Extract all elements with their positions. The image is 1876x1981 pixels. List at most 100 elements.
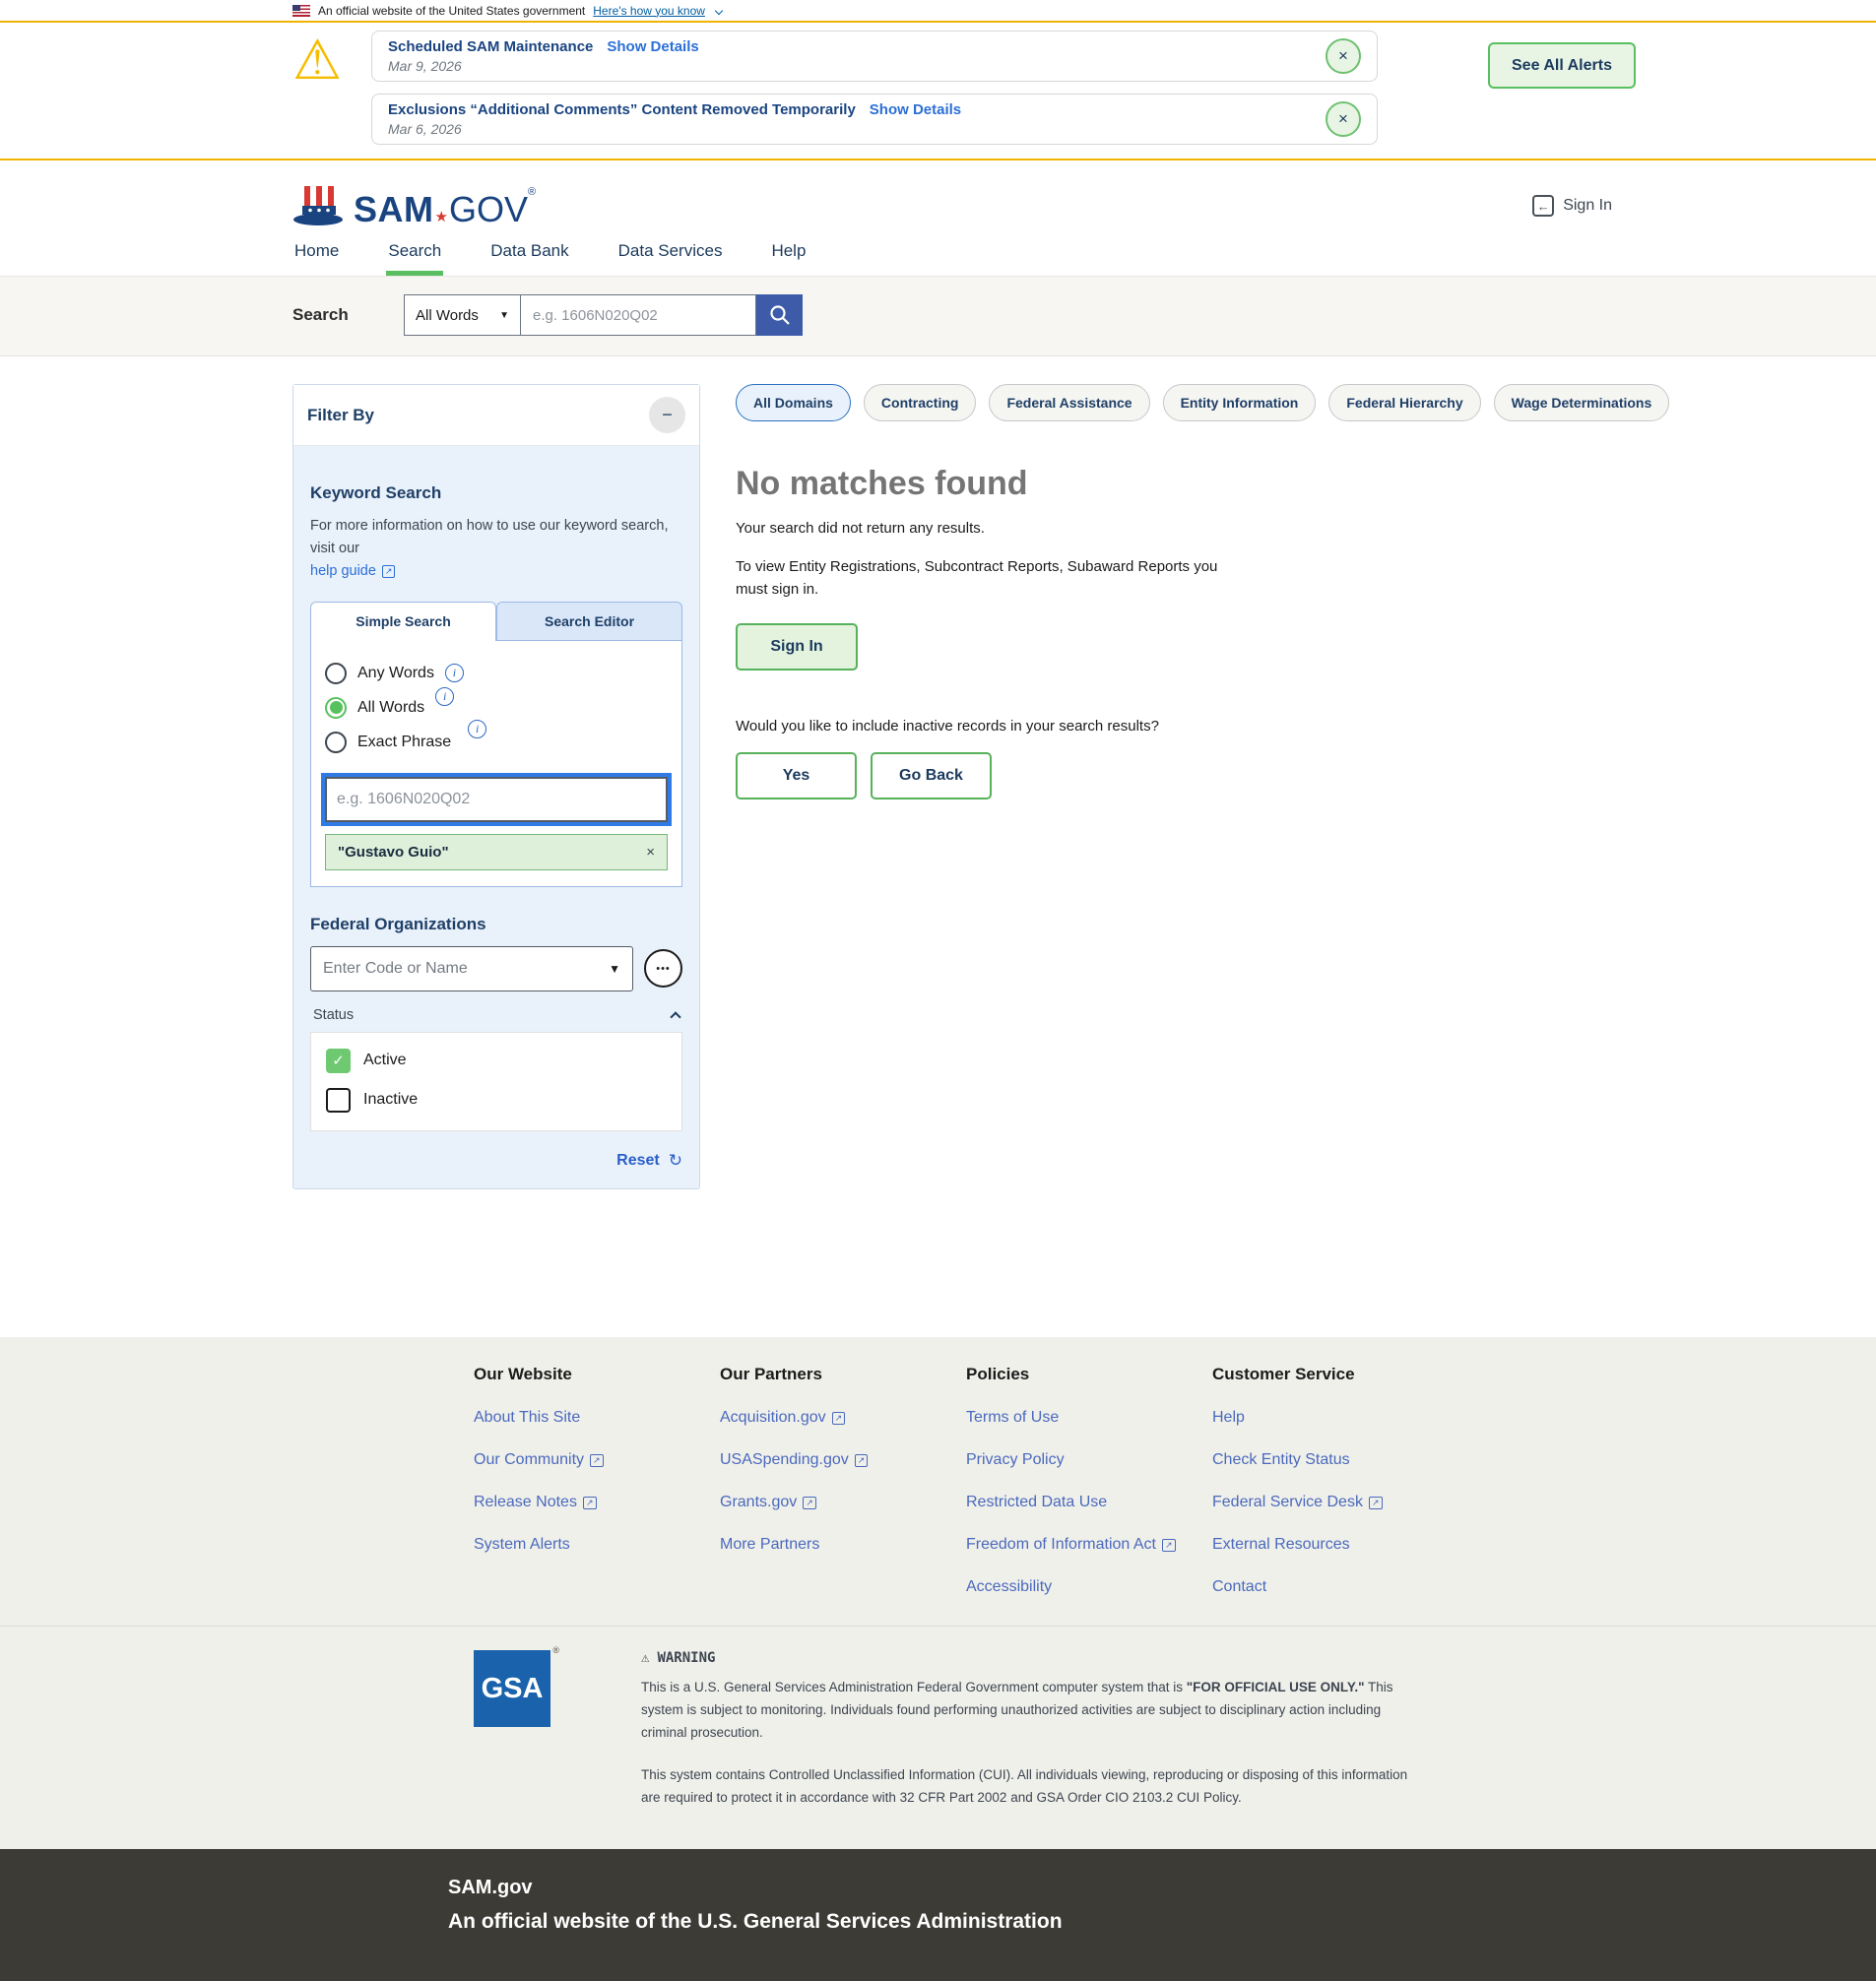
logo-star-icon: ★ <box>435 208 448 225</box>
status-active-option[interactable]: ✓ Active <box>326 1049 667 1073</box>
minus-icon: − <box>662 405 673 424</box>
footer-link-system-alerts[interactable]: System Alerts <box>474 1536 720 1554</box>
radio-any-words-label: Any Words <box>357 665 434 682</box>
footer-link-grants-gov[interactable]: Grants.gov↗ <box>720 1494 966 1511</box>
federal-orgs-select[interactable]: Enter Code or Name ▼ <box>310 946 633 991</box>
external-link-icon: ↗ <box>832 1412 846 1425</box>
radio-exact-phrase[interactable] <box>325 732 347 753</box>
federal-orgs-placeholder: Enter Code or Name <box>323 960 468 978</box>
show-details-link[interactable]: Show Details <box>870 101 961 118</box>
footer-link-terms-of-use[interactable]: Terms of Use <box>966 1409 1212 1427</box>
footer-link-about-this-site[interactable]: About This Site <box>474 1409 720 1427</box>
status-inactive-option[interactable]: Inactive <box>326 1088 667 1113</box>
domain-pill-contracting[interactable]: Contracting <box>864 384 977 421</box>
domain-pill-wage-determinations[interactable]: Wage Determinations <box>1494 384 1670 421</box>
warning-icon: ⚠ <box>641 1650 649 1666</box>
search-input[interactable] <box>521 294 756 336</box>
nav-item-home[interactable]: Home <box>292 233 341 276</box>
us-flag-icon <box>292 5 310 17</box>
tab-search-editor[interactable]: Search Editor <box>496 602 682 641</box>
domain-pill-federal-hierarchy[interactable]: Federal Hierarchy <box>1328 384 1480 421</box>
check-icon: ✓ <box>332 1052 345 1069</box>
results-sign-in-button[interactable]: Sign In <box>736 623 858 671</box>
footer-link-foia[interactable]: Freedom of Information Act↗ <box>966 1536 1212 1554</box>
alert-title: Scheduled SAM Maintenance <box>388 38 593 55</box>
search-mode-select[interactable]: All Words ▼ <box>404 294 521 336</box>
footer-link-accessibility[interactable]: Accessibility <box>966 1578 1212 1596</box>
info-icon[interactable]: i <box>435 687 454 706</box>
chevron-down-icon <box>715 6 723 14</box>
footer-col-heading: Our Partners <box>720 1365 966 1384</box>
alert-content: Exclusions “Additional Comments” Content… <box>388 101 961 137</box>
tab-simple-search[interactable]: Simple Search <box>310 602 496 641</box>
reset-filters[interactable]: Reset ↻ <box>310 1151 682 1171</box>
alert-content: Scheduled SAM Maintenance Show Details M… <box>388 38 699 74</box>
radio-any-words[interactable] <box>325 663 347 684</box>
yes-button[interactable]: Yes <box>736 752 857 799</box>
active-checkbox[interactable]: ✓ <box>326 1049 351 1073</box>
inactive-label: Inactive <box>363 1091 418 1109</box>
info-icon[interactable]: i <box>468 720 486 738</box>
footer-link-external-resources[interactable]: External Resources <box>1212 1536 1458 1554</box>
see-all-alerts-button[interactable]: See All Alerts <box>1488 42 1636 89</box>
nav-item-search[interactable]: Search <box>386 233 443 276</box>
nav-item-help[interactable]: Help <box>769 233 808 276</box>
external-link-icon: ↗ <box>855 1454 869 1467</box>
search-submit-button[interactable] <box>756 294 803 336</box>
keyword-input[interactable] <box>325 777 668 822</box>
domain-pill-entity-information[interactable]: Entity Information <box>1163 384 1317 421</box>
domain-pill-federal-assistance[interactable]: Federal Assistance <box>989 384 1149 421</box>
how-you-know-link[interactable]: Here's how you know <box>593 4 705 18</box>
nav-item-data-bank[interactable]: Data Bank <box>488 233 570 276</box>
warning-heading: WARNING <box>657 1650 715 1666</box>
keyword-chip-label: "Gustavo Guio" <box>338 844 449 861</box>
warning-triangle-icon: ⚠ <box>292 32 354 88</box>
inactive-checkbox[interactable] <box>326 1088 351 1113</box>
footer-link-privacy-policy[interactable]: Privacy Policy <box>966 1451 1212 1469</box>
alert-close-button[interactable]: × <box>1326 101 1361 137</box>
footer-identity-bar: SAM.gov An official website of the U.S. … <box>0 1849 1876 1981</box>
footer-site-name: SAM.gov <box>448 1877 1876 1899</box>
alerts-section: ⚠ Scheduled SAM Maintenance Show Details… <box>0 23 1876 160</box>
filter-by-title: Filter By <box>307 406 374 425</box>
collapse-filter-button[interactable]: − <box>649 397 685 433</box>
nav-item-data-services[interactable]: Data Services <box>616 233 725 276</box>
chip-remove-icon[interactable]: × <box>646 844 655 861</box>
header-sign-in-link[interactable]: ← Sign In <box>1532 195 1612 217</box>
footer-link-release-notes[interactable]: Release Notes↗ <box>474 1494 720 1511</box>
external-link-icon: ↗ <box>590 1454 604 1467</box>
alert-close-button[interactable]: × <box>1326 38 1361 74</box>
footer-col-heading: Our Website <box>474 1365 720 1384</box>
footer-link-help[interactable]: Help <box>1212 1409 1458 1427</box>
footer-link-federal-service-desk[interactable]: Federal Service Desk↗ <box>1212 1494 1458 1511</box>
footer-link-our-community[interactable]: Our Community↗ <box>474 1451 720 1469</box>
footer-link-acquisition-gov[interactable]: Acquisition.gov↗ <box>720 1409 966 1427</box>
domain-pill-all-domains[interactable]: All Domains <box>736 384 851 421</box>
reset-icon: ↻ <box>669 1151 682 1171</box>
go-back-button[interactable]: Go Back <box>871 752 992 799</box>
footer-link-usaspending-gov[interactable]: USASpending.gov↗ <box>720 1451 966 1469</box>
status-box: ✓ Active Inactive <box>310 1032 682 1131</box>
info-icon[interactable]: i <box>445 664 464 682</box>
help-guide-link[interactable]: help guide↗ <box>310 563 395 579</box>
uncle-sam-hat-icon <box>292 184 346 227</box>
magnifier-icon <box>768 303 792 327</box>
sam-gov-logo[interactable]: SAM ★ GOV ® <box>292 184 536 227</box>
domain-filter-row: All Domains Contracting Federal Assistan… <box>736 384 1563 421</box>
alert-date: Mar 9, 2026 <box>388 58 699 74</box>
active-label: Active <box>363 1052 407 1069</box>
more-options-button[interactable]: ••• <box>644 949 682 988</box>
footer-link-check-entity-status[interactable]: Check Entity Status <box>1212 1451 1458 1469</box>
filter-panel: Filter By − Keyword Search For more info… <box>292 384 700 1189</box>
external-link-icon: ↗ <box>382 565 396 578</box>
external-link-icon: ↗ <box>583 1497 597 1509</box>
show-details-link[interactable]: Show Details <box>607 38 698 55</box>
alert-card: Exclusions “Additional Comments” Content… <box>371 94 1378 145</box>
radio-all-words[interactable] <box>325 697 347 719</box>
search-mode-value: All Words <box>416 307 479 324</box>
chevron-up-icon[interactable] <box>670 1011 680 1022</box>
footer-link-more-partners[interactable]: More Partners <box>720 1536 966 1554</box>
footer-link-contact[interactable]: Contact <box>1212 1578 1458 1596</box>
footer-link-restricted-data-use[interactable]: Restricted Data Use <box>966 1494 1212 1511</box>
logo-sam-text: SAM <box>354 192 434 227</box>
